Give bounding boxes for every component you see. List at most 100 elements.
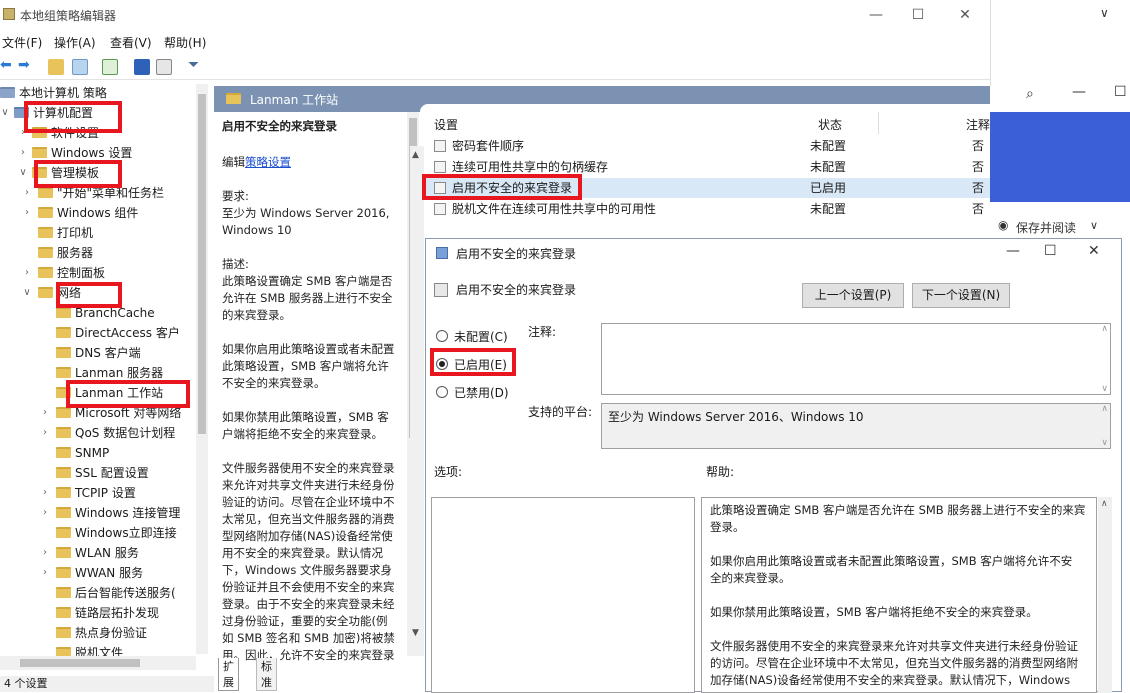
folder-icon xyxy=(38,227,53,238)
tree-hscrollbar[interactable] xyxy=(0,656,196,670)
toolbar: ⬅ ➡ ⏷ xyxy=(0,54,990,80)
list-scrollbar[interactable]: ▲ ▼ xyxy=(410,146,424,656)
radio-not-configured[interactable] xyxy=(436,330,448,342)
minimize-button[interactable]: — xyxy=(856,4,896,26)
tree-item[interactable]: Windows 组件 xyxy=(38,203,138,223)
platform-scroll-down-icon[interactable]: ∨ xyxy=(1101,438,1108,448)
tree-item[interactable]: DirectAccess 客户 xyxy=(56,323,180,343)
help-label: 帮助: xyxy=(706,465,735,479)
label-not-configured[interactable]: 未配置(C) xyxy=(454,328,508,345)
tree-item[interactable]: Windows立即连接 xyxy=(56,523,177,543)
expand-icon[interactable]: › xyxy=(40,567,50,578)
dialog-maximize-button[interactable]: ☐ xyxy=(1044,243,1057,259)
expand-icon[interactable]: › xyxy=(40,547,50,558)
menu-file[interactable]: 文件(F) xyxy=(2,34,42,51)
tree-item[interactable]: QoS 数据包计划程 xyxy=(56,423,175,443)
expand-icon[interactable]: › xyxy=(40,407,50,418)
bg-maximize-icon[interactable]: ☐ xyxy=(1114,84,1127,100)
tree-item[interactable]: 热点身份验证 xyxy=(56,623,147,643)
label-disabled[interactable]: 已禁用(D) xyxy=(454,384,509,401)
collapse-icon[interactable]: ∨ xyxy=(18,167,28,178)
expand-icon[interactable]: › xyxy=(22,187,32,198)
bg-minimize-icon[interactable]: — xyxy=(1072,84,1086,100)
scroll-up-icon[interactable]: ▲ xyxy=(412,150,419,160)
collapse-icon[interactable]: ∨ xyxy=(0,107,10,118)
tree-item[interactable]: 链路层拓扑发现 xyxy=(56,603,159,623)
comment-scroll-up-icon[interactable]: ∧ xyxy=(1101,324,1108,334)
tree-item[interactable]: 后台智能传送服务( xyxy=(56,583,176,603)
req-text-1: 至少为 Windows Server 2016, xyxy=(222,206,390,220)
tree-item[interactable]: 控制面板 xyxy=(38,263,105,283)
chevron-down-icon[interactable]: ∨ xyxy=(1090,219,1098,232)
tree-item[interactable]: DNS 客户端 xyxy=(56,343,141,363)
tree-item[interactable]: WLAN 服务 xyxy=(56,543,139,563)
show-hide-tree-icon[interactable] xyxy=(72,59,88,75)
bg-window-top xyxy=(990,0,1130,86)
tree-scrollbar[interactable] xyxy=(196,84,208,654)
desc-line: 此策略设置，SMB 客户端将允许 xyxy=(222,359,389,373)
expand-icon[interactable]: › xyxy=(22,267,32,278)
help-scroll-up-icon[interactable]: ∧ xyxy=(1101,499,1108,509)
bg-chevron-icon[interactable]: ∨ xyxy=(1100,6,1109,20)
tree-item[interactable]: SSL 配置设置 xyxy=(56,463,149,483)
desc-line: 用。因此，允许不安全的来宾登录 xyxy=(222,648,395,662)
properties-icon[interactable] xyxy=(156,59,172,75)
table-row[interactable]: 脱机文件在连续可用性共享中的可用性 未配置 否 xyxy=(420,199,990,219)
highlight-enabled-radio xyxy=(430,348,516,376)
expand-icon[interactable]: › xyxy=(40,487,50,498)
description-pane: 启用不安全的来宾登录 编辑策略设置 要求: 至少为 Windows Server… xyxy=(214,112,419,662)
next-setting-button[interactable]: 下一个设置(N) xyxy=(912,283,1010,308)
tree-scroll-thumb[interactable] xyxy=(198,94,206,434)
col-setting-header[interactable]: 设置 xyxy=(434,116,458,133)
expand-icon[interactable]: › xyxy=(40,427,50,438)
tree-item[interactable]: WWAN 服务 xyxy=(56,563,143,583)
edit-policy-link[interactable]: 策略设置 xyxy=(245,155,291,169)
magnifier-icon[interactable]: ⌕ xyxy=(1026,86,1034,102)
tab-standard[interactable]: 标准 xyxy=(256,658,277,691)
setting-state: 未配置 xyxy=(810,160,847,174)
radio-disabled[interactable] xyxy=(436,386,448,398)
folder-icon xyxy=(56,547,71,558)
expand-icon[interactable]: › xyxy=(22,207,32,218)
col-note-header[interactable]: 注释 xyxy=(966,116,990,133)
desc-line: 此策略设置确定 SMB 客户端是否 xyxy=(222,274,393,288)
expand-icon[interactable]: › xyxy=(18,147,28,158)
platform-scroll-up-icon[interactable]: ∧ xyxy=(1101,404,1108,414)
tab-extended[interactable]: 扩展 xyxy=(218,658,239,691)
setting-note: 否 xyxy=(972,202,985,216)
collapse-icon[interactable]: ∨ xyxy=(22,287,32,298)
desc-line: 的来宾登录。 xyxy=(222,308,291,322)
expand-icon[interactable]: › xyxy=(40,507,50,518)
table-row[interactable]: 密码套件顺序 未配置 否 xyxy=(420,136,990,156)
tree-hscroll-thumb[interactable] xyxy=(20,659,140,667)
dialog-minimize-button[interactable]: — xyxy=(1006,243,1020,259)
forward-icon[interactable]: ➡ xyxy=(18,57,30,73)
tree-item[interactable]: SNMP xyxy=(56,443,109,463)
comment-field[interactable]: ∧ ∨ xyxy=(601,323,1111,395)
req-label: 要求: xyxy=(222,189,249,203)
maximize-button[interactable]: ☐ xyxy=(898,4,938,26)
col-state-header[interactable]: 状态 xyxy=(818,116,842,133)
help-scrollbar[interactable]: ∧ xyxy=(1098,497,1112,693)
tree-item[interactable]: 打印机 xyxy=(38,223,93,243)
comment-scroll-down-icon[interactable]: ∨ xyxy=(1101,384,1108,394)
save-read-link[interactable]: 保存并阅读 xyxy=(1016,219,1076,236)
close-button[interactable]: ✕ xyxy=(945,4,985,26)
dialog-close-button[interactable]: ✕ xyxy=(1088,243,1100,259)
tree-item[interactable]: 服务器 xyxy=(38,243,93,263)
tree-root[interactable]: 本地计算机 策略 xyxy=(0,83,107,103)
help-icon[interactable] xyxy=(134,59,150,75)
export-list-icon[interactable] xyxy=(102,59,118,75)
options-label: 选项: xyxy=(434,465,463,479)
tree-item[interactable]: TCPIP 设置 xyxy=(56,483,136,503)
setting-state: 未配置 xyxy=(810,202,847,216)
menu-action[interactable]: 操作(A) xyxy=(54,34,96,51)
filter-icon[interactable]: ⏷ xyxy=(188,57,199,73)
scroll-down-icon[interactable]: ▼ xyxy=(412,628,419,638)
prev-setting-button[interactable]: 上一个设置(P) xyxy=(802,283,904,308)
tree-item[interactable]: Windows 连接管理 xyxy=(56,503,180,523)
back-icon[interactable]: ⬅ xyxy=(0,57,12,73)
menu-view[interactable]: 查看(V) xyxy=(110,34,152,51)
folder-up-icon[interactable] xyxy=(48,59,64,75)
menu-help[interactable]: 帮助(H) xyxy=(164,34,206,51)
